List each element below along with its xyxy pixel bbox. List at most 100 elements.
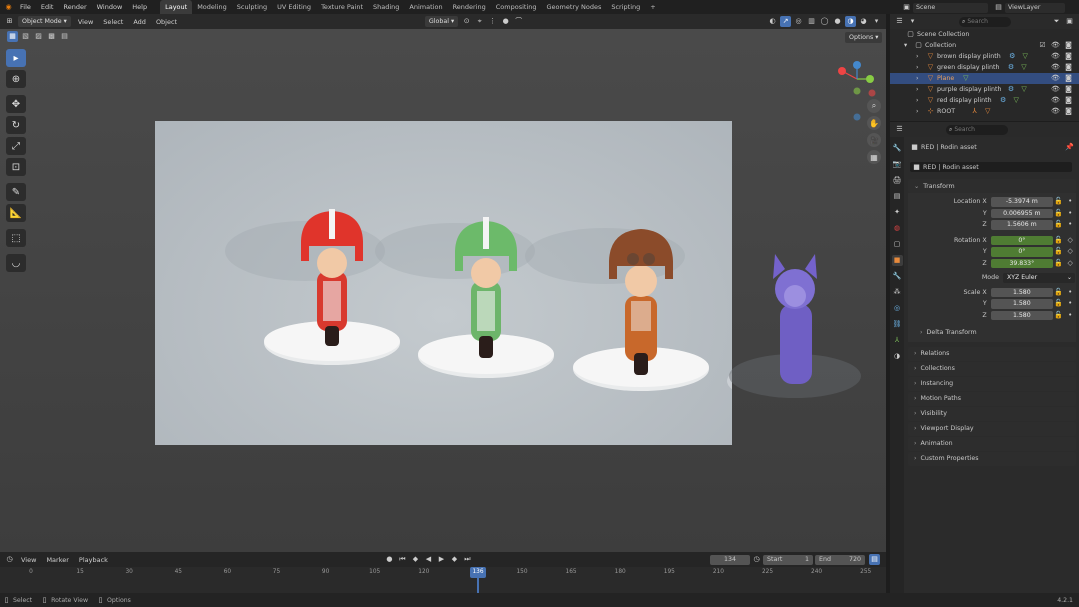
jump-keyframe-back-icon[interactable]: ◆ [410, 554, 421, 565]
start-frame-field[interactable]: Start 1 [763, 554, 813, 565]
measure-tool[interactable]: 📐 [6, 204, 26, 222]
jump-keyframe-forward-icon[interactable]: ◆ [449, 554, 460, 565]
tab-sculpting[interactable]: Sculpting [232, 0, 272, 14]
timeline-options-icon[interactable]: ▤ [869, 554, 880, 565]
menu-help[interactable]: Help [127, 0, 152, 14]
render-icon[interactable]: ◙ [1063, 62, 1074, 73]
menu-window[interactable]: Window [92, 0, 128, 14]
panel-motion-paths[interactable]: › Motion Paths [908, 391, 1076, 406]
scale-y-field[interactable]: 1.580 [990, 299, 1053, 309]
end-frame-field[interactable]: End 720 [815, 554, 865, 565]
new-collection-icon[interactable]: ▣ [1064, 16, 1075, 27]
rotation-y-field[interactable]: 0° [990, 247, 1053, 257]
tool-tab-icon[interactable]: 🔧 [892, 143, 903, 154]
data-tab-icon[interactable]: ⅄ [892, 335, 903, 346]
render-icon[interactable]: ◙ [1063, 84, 1074, 95]
select-new-icon[interactable]: ▦ [7, 31, 18, 42]
checkbox-icon[interactable]: ☑ [1037, 40, 1048, 51]
wireframe-shading-icon[interactable]: ◯ [819, 16, 830, 27]
scale-tool[interactable]: ⤢ [6, 137, 26, 155]
render-icon[interactable]: ◙ [1063, 73, 1074, 84]
expand-icon[interactable]: › [916, 64, 924, 71]
falloff-icon[interactable]: ⌒ [513, 16, 524, 27]
timeline-menu-playback[interactable]: Playback [74, 553, 113, 567]
jump-start-icon[interactable]: ⏮ [397, 554, 408, 565]
lock-icon[interactable]: 🔓 [1054, 310, 1064, 321]
expand-icon[interactable]: › [916, 75, 924, 82]
viewport-menu-add[interactable]: Add [128, 15, 151, 29]
keyframe-dot-icon[interactable]: • [1065, 310, 1075, 321]
constraints-tab-icon[interactable]: ⛓ [892, 319, 903, 330]
outliner-row-red[interactable]: › ▽ red display plinth ⚙ ▽ 👁 ◙ [890, 95, 1079, 106]
outliner-editor-icon[interactable]: ☰ [894, 16, 905, 27]
tab-texture-paint[interactable]: Texture Paint [316, 0, 368, 14]
snap-icon[interactable]: ⌖ [474, 16, 485, 27]
render-icon[interactable]: ◙ [1063, 51, 1074, 62]
transform-orientation-dropdown[interactable]: Global ▾ [424, 16, 459, 27]
play-reverse-icon[interactable]: ◀ [423, 554, 434, 565]
expand-icon[interactable]: ▾ [904, 42, 912, 49]
lock-icon[interactable]: 🔓 [1054, 208, 1064, 219]
transform-tool[interactable]: ⊡ [6, 158, 26, 176]
perspective-grid-icon[interactable]: ▦ [867, 150, 881, 164]
lock-icon[interactable]: 🔓 [1054, 246, 1064, 257]
select-extend-icon[interactable]: ▧ [20, 31, 31, 42]
panel-relations[interactable]: › Relations [908, 346, 1076, 361]
timeline-track[interactable]: 0 15 30 45 60 75 90 105 120 150 165 180 195 210 225 240… [0, 567, 886, 593]
transform-panel-header[interactable]: ⌄ Transform [908, 179, 1076, 193]
lock-icon[interactable]: 🔓 [1054, 196, 1064, 207]
eye-icon[interactable]: 👁 [1050, 51, 1061, 62]
eye-icon[interactable]: 👁 [1050, 84, 1061, 95]
location-y-field[interactable]: 0.006955 m [990, 208, 1053, 218]
proportional-edit-icon[interactable]: ● [500, 16, 511, 27]
keyframe-diamond-icon[interactable]: ◇ [1065, 246, 1075, 257]
shading-options-icon[interactable]: ▾ [871, 16, 882, 27]
pin-icon[interactable]: 📌 [1064, 142, 1075, 153]
panel-visibility[interactable]: › Visibility [908, 406, 1076, 421]
mode-dropdown[interactable]: Object Mode ▾ [18, 16, 71, 27]
modifier-tab-icon[interactable]: 🔧 [892, 271, 903, 282]
properties-editor-icon[interactable]: ☰ [894, 124, 905, 135]
filter-display-icon[interactable]: ▾ [907, 16, 918, 27]
keyframe-dot-icon[interactable]: • [1065, 208, 1075, 219]
filter-icon[interactable]: ⏷ [1051, 16, 1062, 27]
expand-icon[interactable]: › [916, 97, 924, 104]
play-icon[interactable]: ▶ [436, 554, 447, 565]
eye-icon[interactable]: 👁 [1050, 106, 1061, 117]
tab-uv-editing[interactable]: UV Editing [272, 0, 316, 14]
editor-type-icon[interactable]: ⊞ [4, 16, 15, 27]
object-tab-icon[interactable]: ■ [891, 255, 903, 266]
keyframe-diamond-icon[interactable]: ◇ [1065, 235, 1075, 246]
expand-icon[interactable]: › [916, 86, 924, 93]
lock-icon[interactable]: 🔓 [1054, 258, 1064, 269]
cursor-tool[interactable]: ⊕ [6, 70, 26, 88]
tab-scripting[interactable]: Scripting [606, 0, 645, 14]
tab-animation[interactable]: Animation [404, 0, 447, 14]
zoom-icon[interactable]: ⌕ [867, 99, 881, 113]
eye-icon[interactable]: 👁 [1050, 73, 1061, 84]
render-tab-icon[interactable]: 📷 [892, 159, 903, 170]
viewport-menu-select[interactable]: Select [98, 15, 128, 29]
panel-collections[interactable]: › Collections [908, 361, 1076, 376]
outliner-row-plane[interactable]: › ▽ Plane ▽ 👁 ◙ [890, 73, 1079, 84]
jump-end-icon[interactable]: ⏭ [462, 554, 473, 565]
outliner-row-collection[interactable]: ▾ ▢ Collection ☑ 👁 ◙ [890, 40, 1079, 51]
move-tool[interactable]: ✥ [6, 95, 26, 113]
timeline-menu-marker[interactable]: Marker [41, 553, 73, 567]
render-icon[interactable]: ◙ [1063, 95, 1074, 106]
eye-icon[interactable]: 👁 [1050, 40, 1061, 51]
timeline-menu-view[interactable]: View [16, 553, 41, 567]
expand-icon[interactable]: › [916, 53, 924, 60]
particles-tab-icon[interactable]: ⁂ [892, 287, 903, 298]
gizmo-icon[interactable]: ↗ [780, 16, 791, 27]
menu-render[interactable]: Render [58, 0, 91, 14]
scale-x-field[interactable]: 1.580 [990, 287, 1053, 297]
rendered-shading-icon[interactable]: ◕ [858, 16, 869, 27]
keyframe-diamond-icon[interactable]: ◇ [1065, 258, 1075, 269]
tab-layout[interactable]: Layout [160, 0, 193, 14]
preview-range-icon[interactable]: ◷ [751, 554, 762, 565]
lock-icon[interactable]: 🔓 [1054, 219, 1064, 230]
material-tab-icon[interactable]: ◑ [892, 351, 903, 362]
pivot-icon[interactable]: ⊙ [461, 16, 472, 27]
timeline-editor-icon[interactable]: ◷ [4, 554, 15, 565]
